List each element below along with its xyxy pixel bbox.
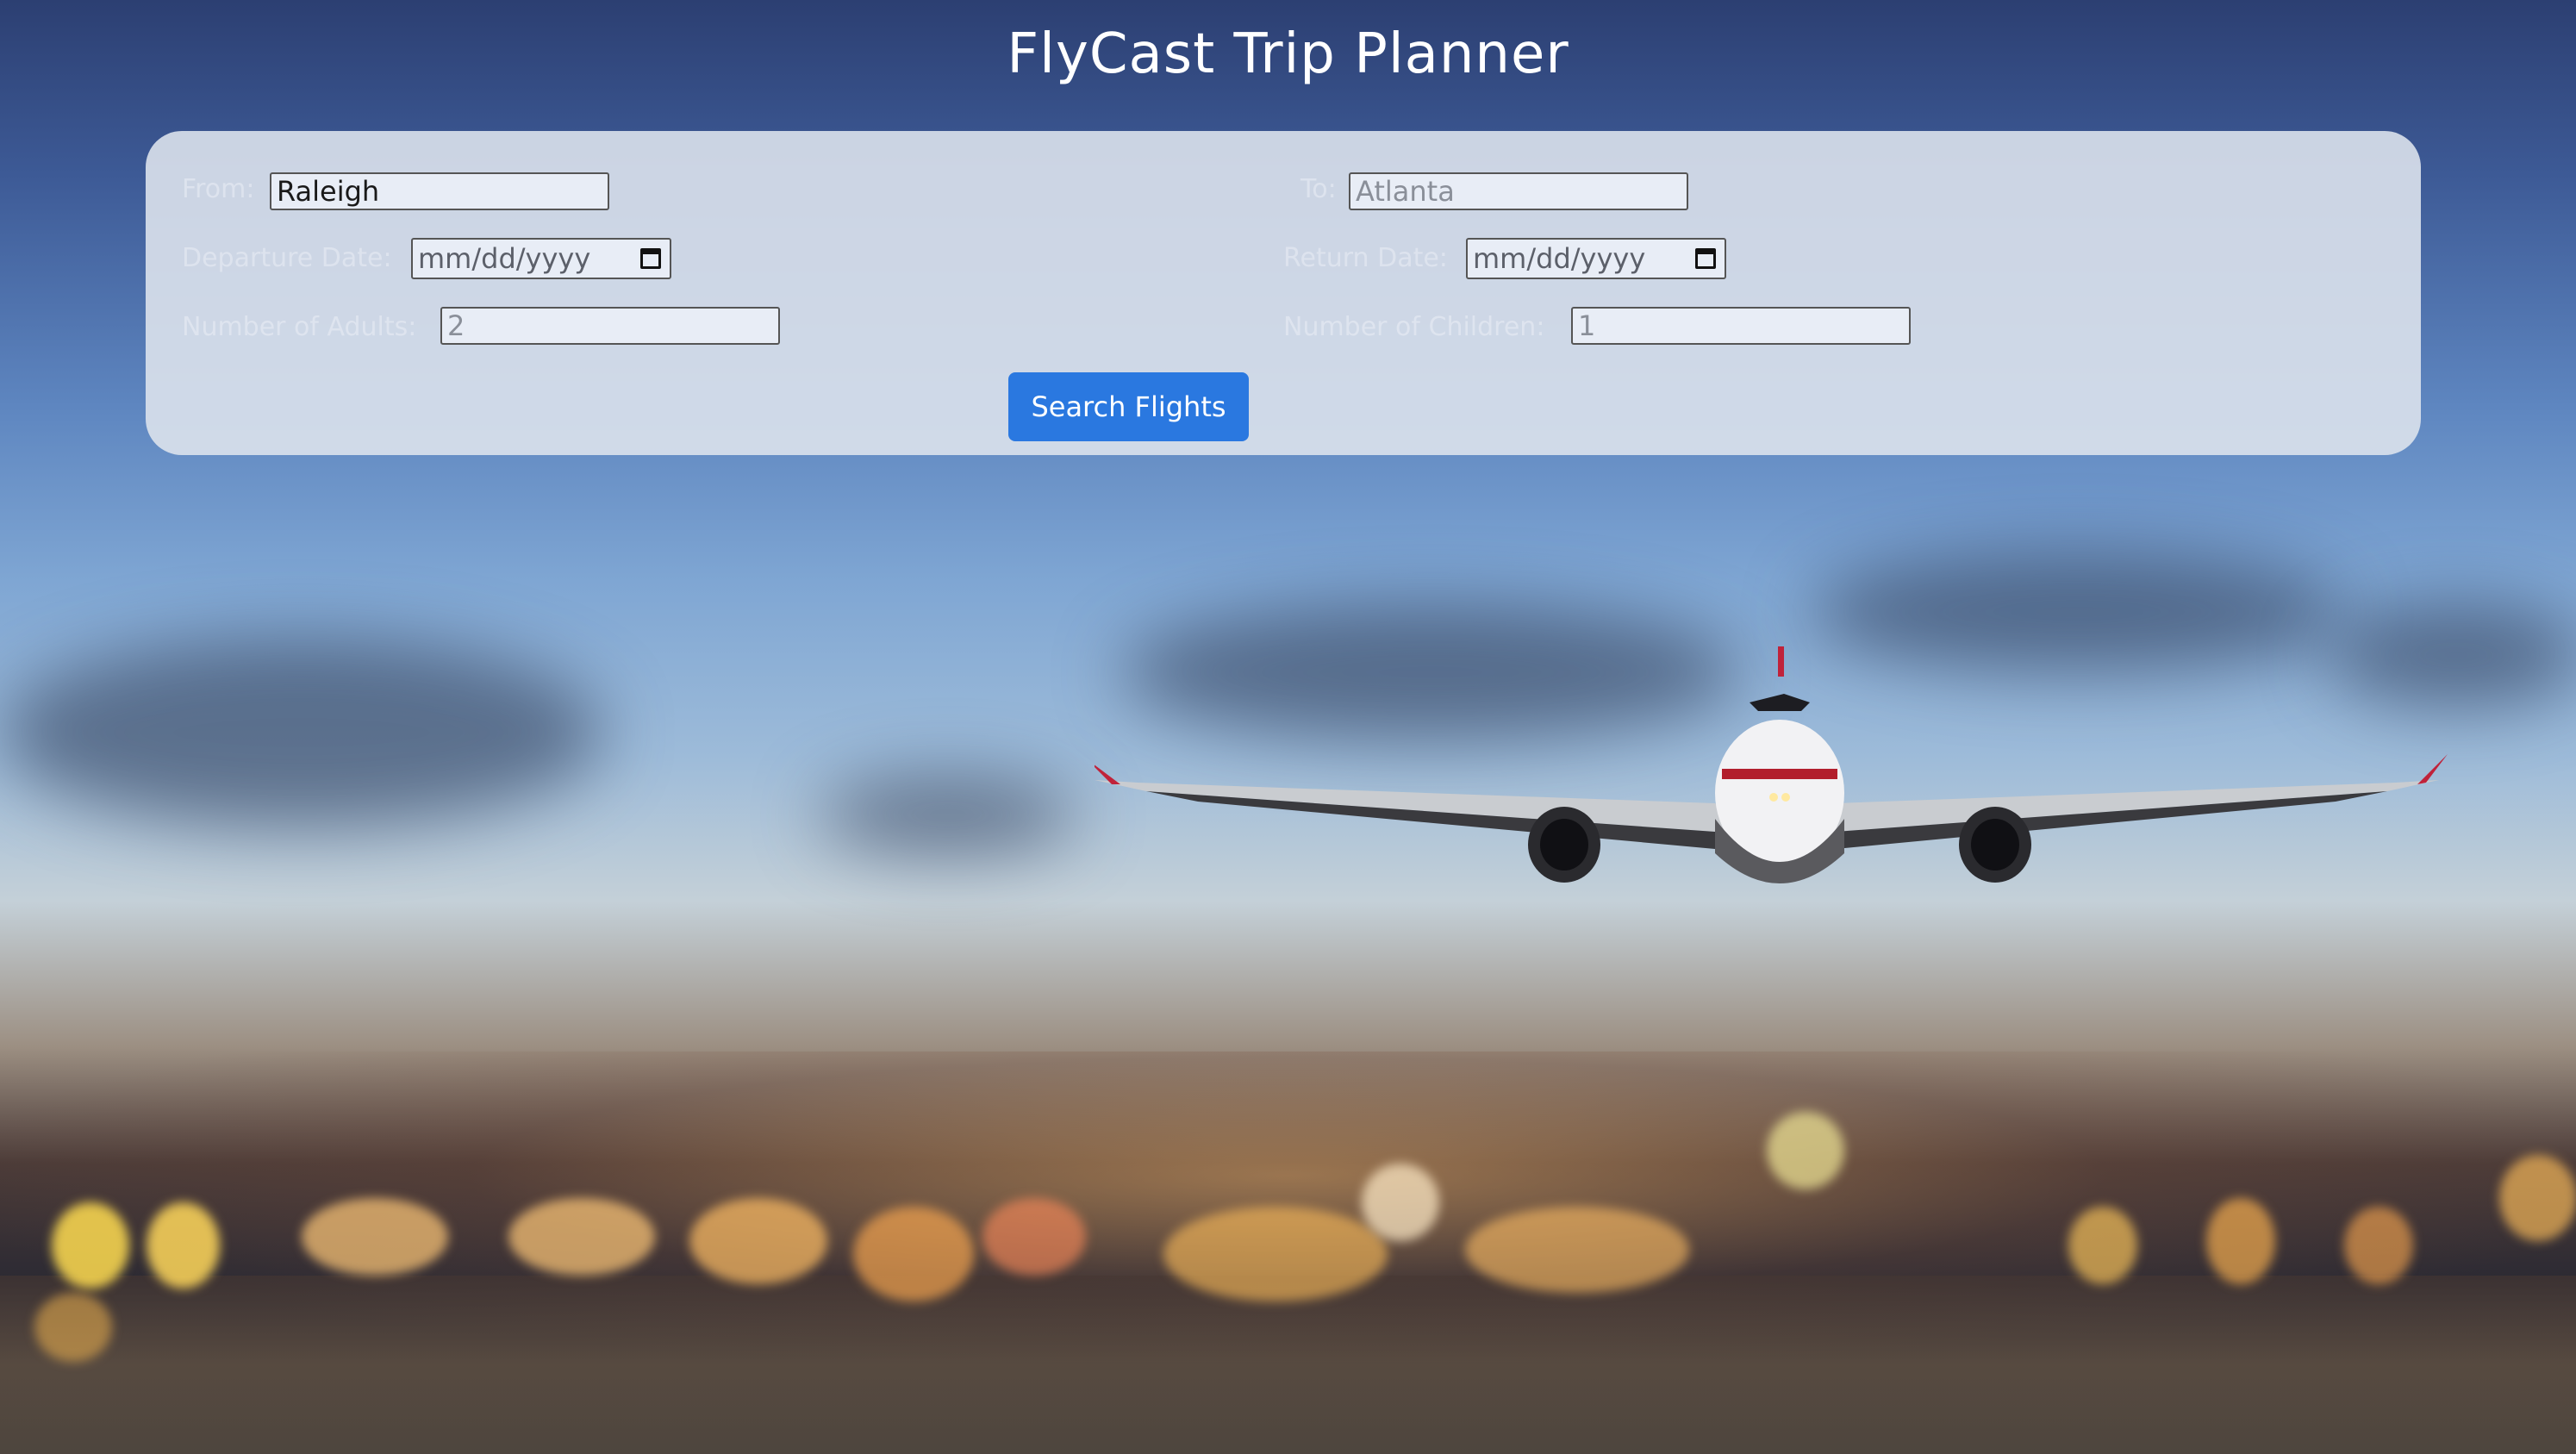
return-date-label: Return Date: [1283,243,1448,273]
page: FlyCast Trip Planner From: Raleigh To: A… [0,0,2576,1454]
to-input[interactable]: Atlanta [1349,172,1688,210]
adults-input[interactable]: 2 [440,307,780,345]
children-input[interactable]: 1 [1571,307,1911,345]
page-title: FlyCast Trip Planner [1007,22,1569,86]
departure-date-input[interactable]: mm/dd/yyyy [411,238,671,279]
from-label: From: [182,174,255,204]
return-date-input[interactable]: mm/dd/yyyy [1466,238,1726,279]
departure-date-placeholder: mm/dd/yyyy [418,242,591,275]
children-label: Number of Children: [1283,312,1545,342]
departure-date-label: Departure Date: [182,243,392,273]
search-flights-button[interactable]: Search Flights [1008,372,1249,441]
trip-search-form: From: Raleigh To: Atlanta Departure Date… [146,131,2421,455]
calendar-icon[interactable] [1695,248,1716,269]
airplane-illustration [1095,646,2448,883]
to-label: To: [1300,174,1337,204]
adults-label: Number of Adults: [182,312,417,342]
return-date-placeholder: mm/dd/yyyy [1473,242,1646,275]
calendar-icon[interactable] [640,248,661,269]
from-input[interactable]: Raleigh [270,172,609,210]
